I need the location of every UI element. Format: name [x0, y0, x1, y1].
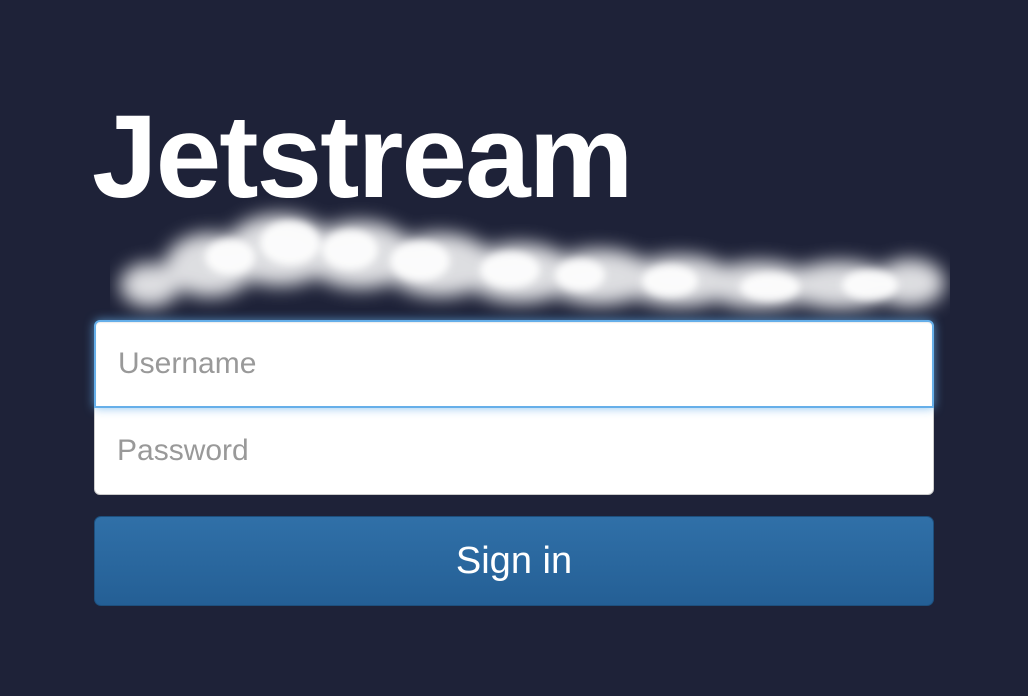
smoke-trail-icon [120, 214, 945, 309]
sign-in-button[interactable]: Sign in [94, 516, 934, 606]
password-input[interactable] [94, 407, 934, 495]
username-input[interactable] [94, 320, 934, 408]
login-page: Jetstream Username Sign in [0, 0, 1028, 696]
login-form: Sign in [94, 320, 934, 606]
